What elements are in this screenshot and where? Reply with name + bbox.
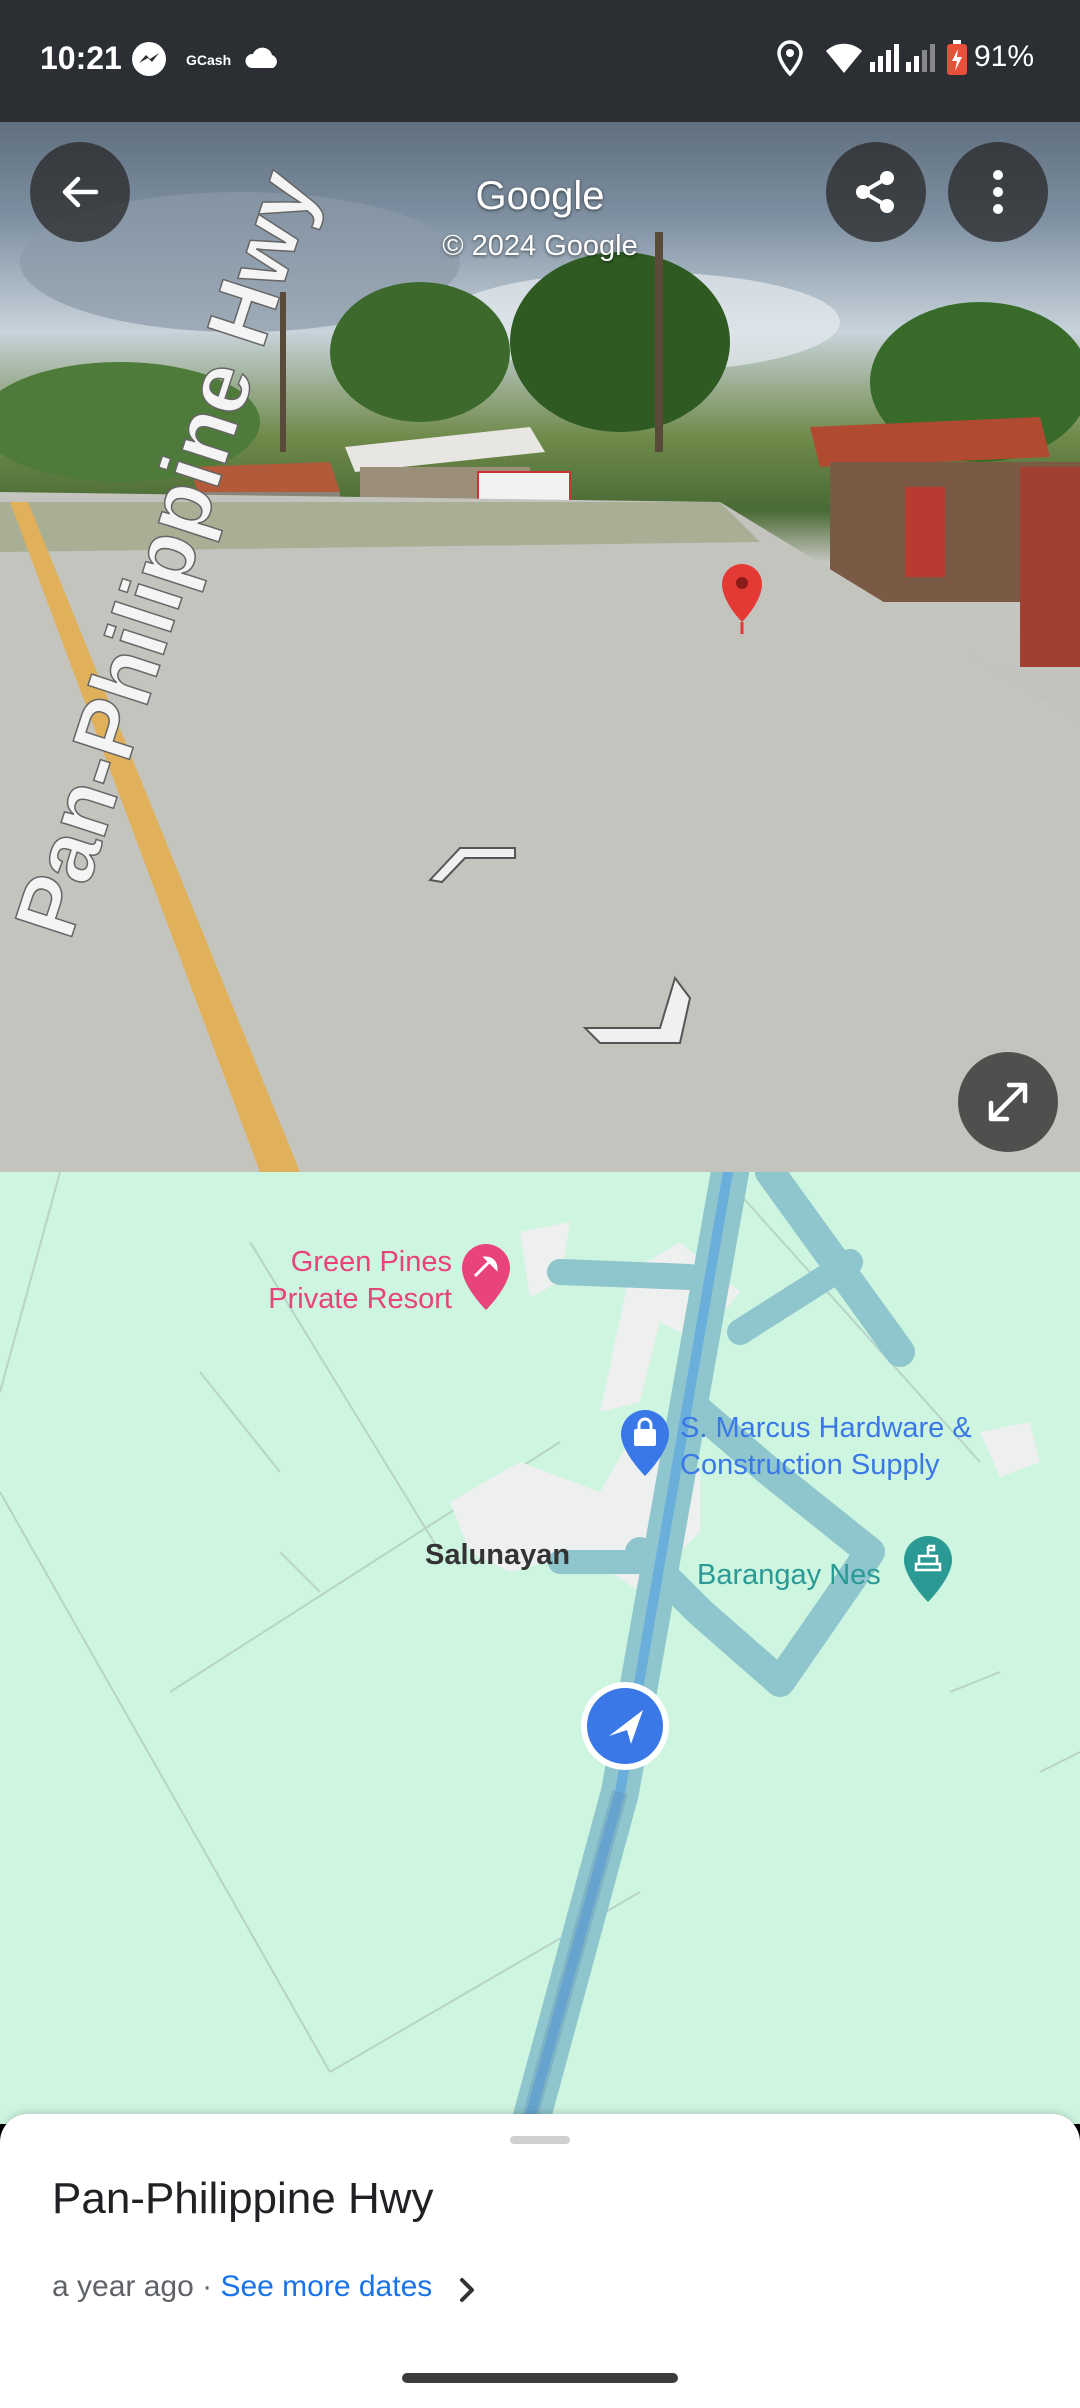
current-location-icon[interactable] (579, 1680, 671, 1772)
place-title: Pan-Philippine Hwy (52, 2174, 434, 2223)
map-base (0, 1172, 1080, 2124)
gcash-icon: GCash (186, 52, 232, 68)
messenger-icon (130, 40, 168, 83)
status-bar: 10:21 GCash 91% (0, 0, 1080, 122)
share-icon (856, 171, 894, 213)
poi-green-pines-name-line2: Private Resort (268, 1283, 452, 1315)
move-arrow-right[interactable] (580, 968, 700, 1058)
poi-hardware[interactable]: S. Marcus Hardware & Construction Supply (680, 1410, 972, 1484)
chevron-right-icon[interactable] (452, 2272, 482, 2308)
more-options-button[interactable] (948, 142, 1048, 242)
map-view[interactable]: Green Pines Private Resort S. Marcus Har… (0, 1172, 1080, 2124)
status-time: 10:21 (40, 40, 122, 76)
cloud-icon (244, 46, 280, 75)
poi-green-pines[interactable]: Green Pines Private Resort (262, 1244, 452, 1318)
share-button[interactable] (826, 142, 926, 242)
government-pin-icon[interactable] (900, 1534, 956, 1604)
wifi-icon (824, 42, 864, 79)
fullscreen-button[interactable] (958, 1052, 1058, 1152)
poi-hardware-name-line2: Construction Supply (680, 1449, 940, 1481)
see-more-dates-link[interactable]: See more dates (220, 2270, 432, 2303)
capture-time-ago: a year ago (52, 2270, 194, 2303)
separator-dot: · (202, 2270, 213, 2303)
copyright-text: © 2024 Google (442, 230, 638, 262)
street-view-scene: Pan-Philippine Hwy (0, 158, 1080, 1172)
area-label-salunayan: Salunayan (425, 1539, 571, 1571)
drag-handle[interactable] (510, 2136, 570, 2144)
shopping-bag-pin-icon[interactable] (617, 1408, 673, 1478)
resort-pin-icon[interactable] (458, 1242, 514, 1312)
expand-icon (988, 1082, 1028, 1122)
poi-hardware-name-line1: S. Marcus Hardware & (680, 1412, 972, 1444)
signal-icon (868, 42, 938, 79)
street-view-panorama[interactable]: Pan-Philippine Hwy Google © 2024 Google (0, 122, 1080, 1172)
capture-date-row: a year ago · See more dates (52, 2270, 432, 2304)
gesture-navigation-bar[interactable] (402, 2373, 678, 2383)
move-arrow-forward[interactable] (420, 840, 530, 890)
battery-percentage: 91% (973, 40, 1034, 73)
poi-barangay-nes[interactable]: Barangay Nes (697, 1557, 881, 1594)
poi-green-pines-name-line1: Green Pines (290, 1246, 452, 1278)
more-vert-icon (993, 170, 1003, 214)
place-bottom-sheet[interactable]: Pan-Philippine Hwy a year ago · See more… (0, 2114, 1080, 2408)
location-icon (776, 40, 804, 81)
battery-icon (946, 40, 968, 81)
